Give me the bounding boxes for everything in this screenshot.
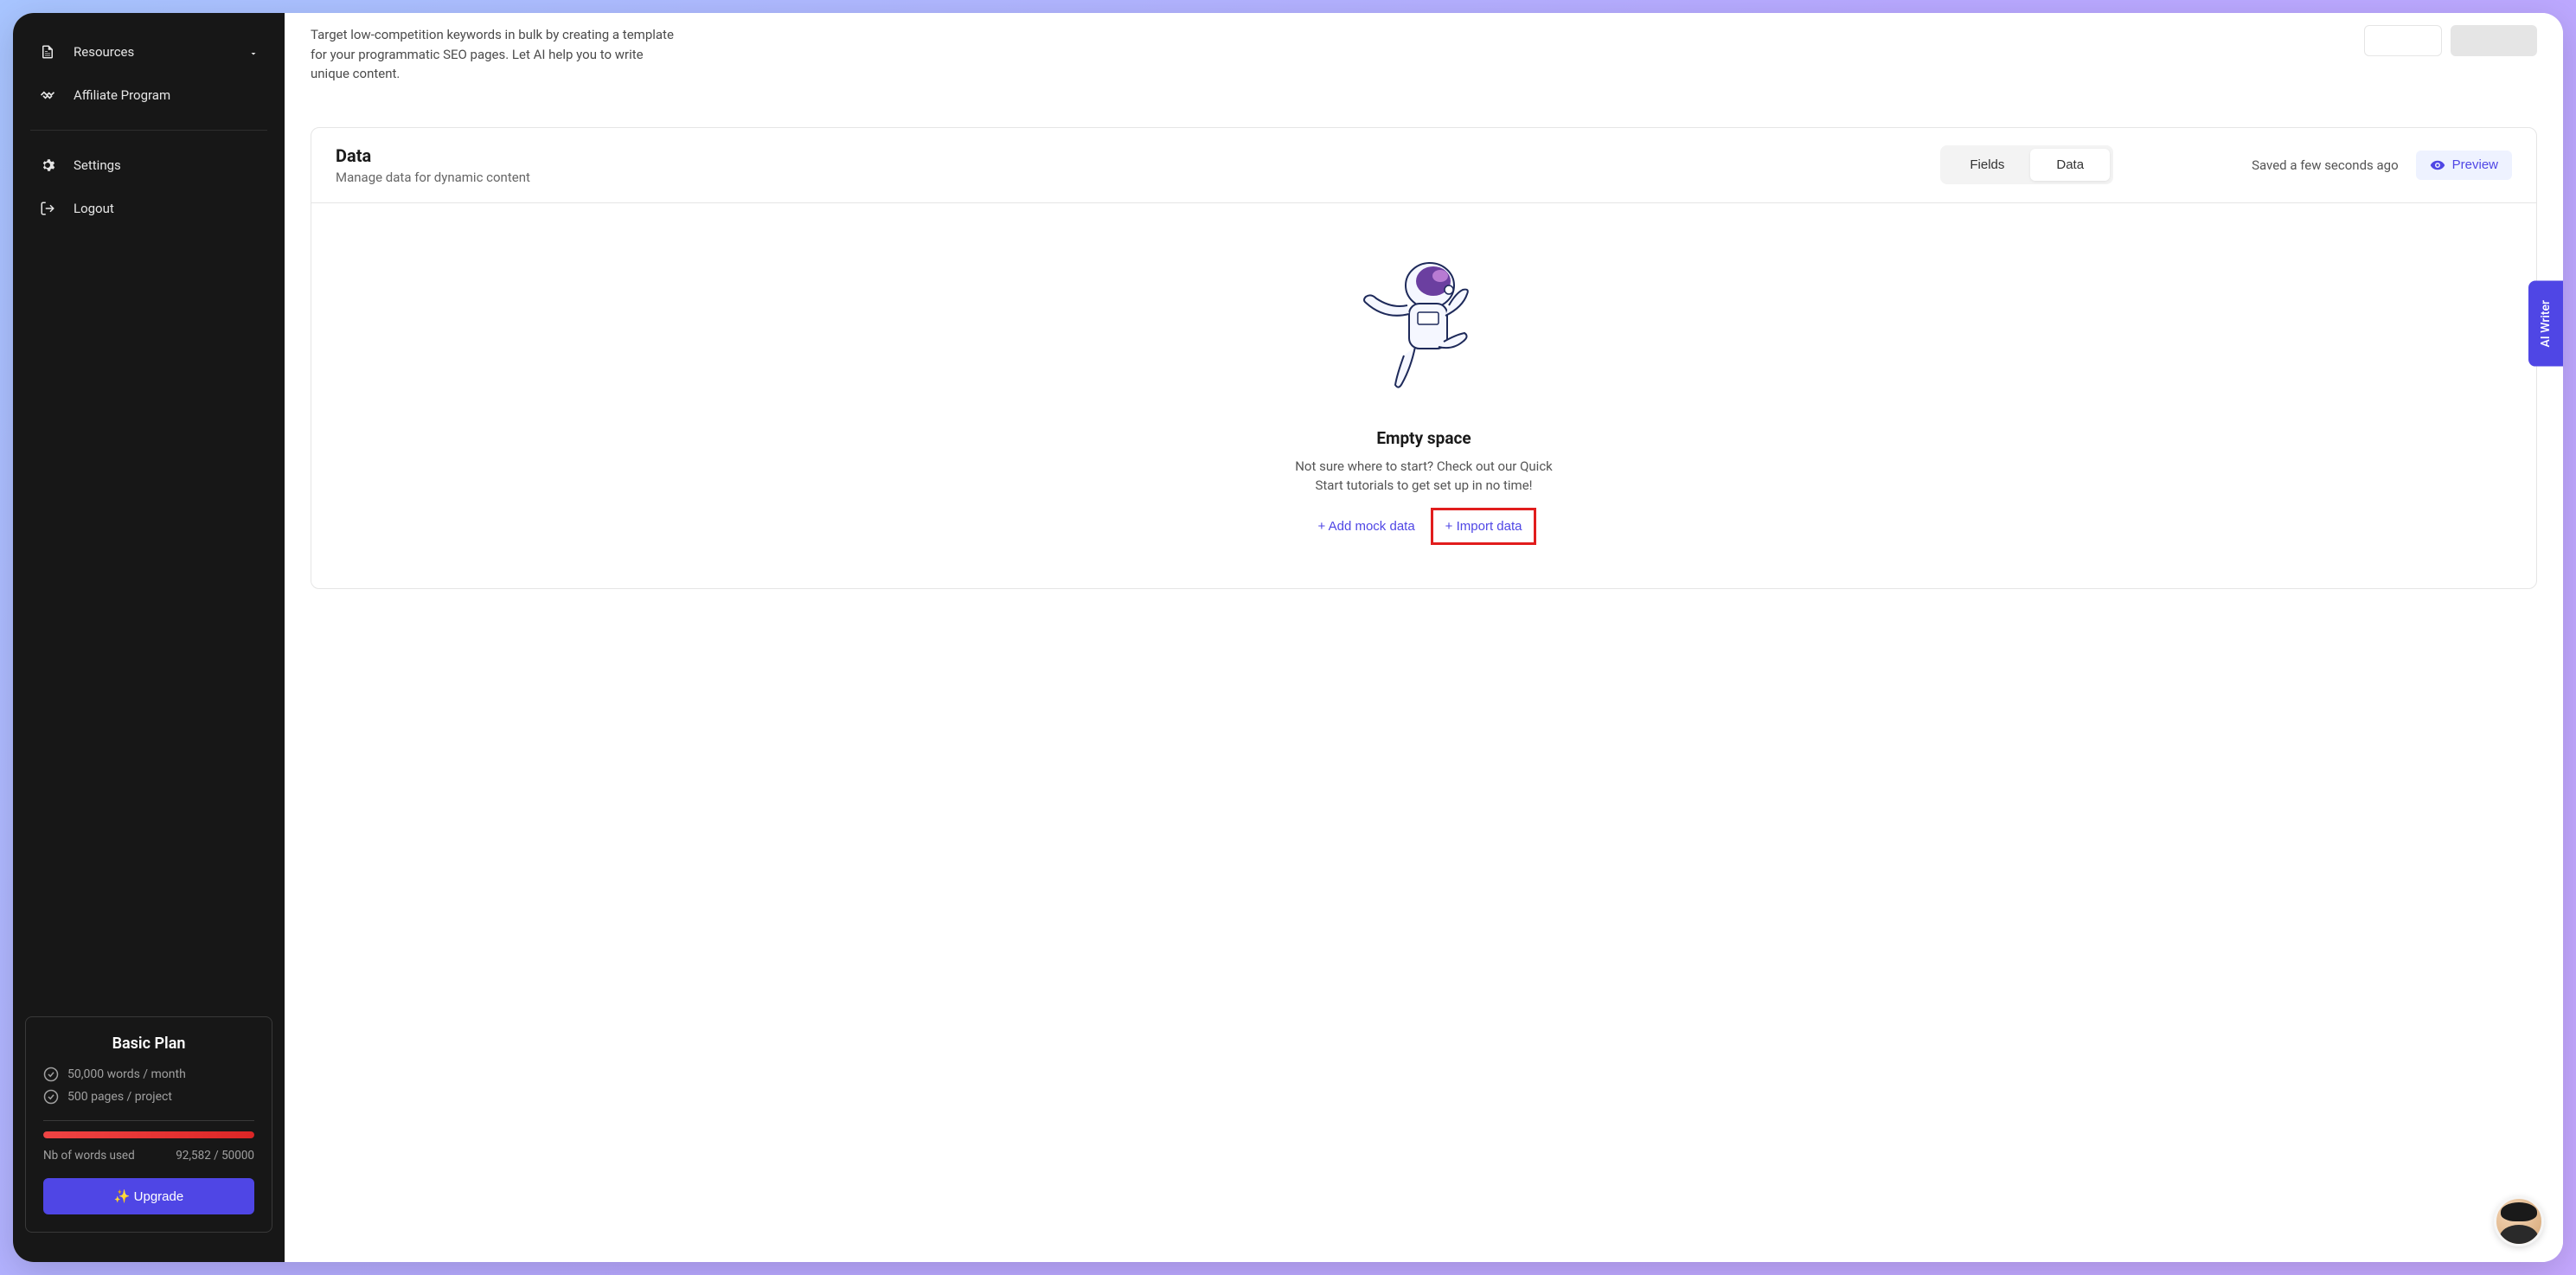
upgrade-button[interactable]: ✨ Upgrade: [43, 1178, 254, 1214]
plan-title: Basic Plan: [43, 1035, 254, 1053]
sidebar: Resources Affiliate Program Settings: [13, 13, 285, 1262]
sidebar-item-affiliate[interactable]: Affiliate Program: [13, 74, 285, 117]
sidebar-nav: Resources Affiliate Program Settings: [13, 30, 285, 1004]
plan-feature-text: 50,000 words / month: [67, 1067, 186, 1081]
eye-icon: [2430, 157, 2445, 173]
main-content: Target low-competition keywords in bulk …: [285, 13, 2563, 1262]
sidebar-item-label: Settings: [74, 157, 121, 173]
panel-header: Data Manage data for dynamic content Fie…: [311, 128, 2536, 203]
panel-subtitle: Manage data for dynamic content: [336, 170, 530, 185]
chevron-down-icon: [248, 47, 259, 57]
sidebar-item-label: Logout: [74, 201, 114, 216]
tab-fields[interactable]: Fields: [1944, 149, 2030, 181]
plan-card: Basic Plan 50,000 words / month 500 page…: [25, 1016, 272, 1233]
logout-icon: [39, 200, 56, 217]
plan-feature: 500 pages / project: [43, 1089, 254, 1105]
empty-state: Empty space Not sure where to start? Che…: [311, 203, 2536, 588]
preview-button[interactable]: Preview: [2416, 151, 2512, 180]
tabs-segment: Fields Data: [1940, 145, 2113, 184]
panel-title-block: Data Manage data for dynamic content: [336, 145, 530, 185]
data-panel: Data Manage data for dynamic content Fie…: [311, 127, 2537, 589]
handshake-icon: [39, 86, 56, 104]
sidebar-item-label: Affiliate Program: [74, 87, 170, 103]
usage-progress: [43, 1131, 254, 1138]
top-action-outline[interactable]: [2364, 25, 2442, 56]
divider: [30, 130, 267, 131]
top-action-filled[interactable]: [2451, 25, 2537, 56]
panel-controls: Fields Data Saved a few seconds ago Prev…: [1940, 145, 2512, 184]
check-circle-icon: [43, 1067, 59, 1082]
import-highlight: + Import data: [1431, 508, 1537, 545]
sidebar-item-settings[interactable]: Settings: [13, 144, 285, 187]
saved-status: Saved a few seconds ago: [2252, 157, 2399, 173]
check-circle-icon: [43, 1089, 59, 1105]
document-icon: [39, 43, 56, 61]
empty-title: Empty space: [329, 428, 2519, 448]
sidebar-item-resources[interactable]: Resources: [13, 30, 285, 74]
top-bar: Target low-competition keywords in bulk …: [311, 13, 2537, 84]
usage-label: Nb of words used: [43, 1149, 135, 1163]
empty-actions: + Add mock data + Import data: [329, 508, 2519, 545]
user-avatar[interactable]: [2494, 1196, 2544, 1246]
gear-icon: [39, 157, 56, 174]
usage-row: Nb of words used 92,582 / 50000: [43, 1149, 254, 1163]
sidebar-item-logout[interactable]: Logout: [13, 187, 285, 230]
add-mock-data-button[interactable]: + Add mock data: [1311, 514, 1422, 539]
ai-writer-tab[interactable]: AI Writer: [2528, 281, 2563, 367]
import-data-button[interactable]: + Import data: [1439, 514, 1529, 539]
top-buttons: [2364, 25, 2537, 56]
plan-feature: 50,000 words / month: [43, 1067, 254, 1082]
page-description: Target low-competition keywords in bulk …: [311, 25, 674, 84]
empty-description: Not sure where to start? Check out our Q…: [1281, 457, 1567, 496]
plan-feature-text: 500 pages / project: [67, 1090, 172, 1104]
usage-value: 92,582 / 50000: [176, 1149, 254, 1163]
panel-title: Data: [336, 145, 530, 166]
sidebar-item-label: Resources: [74, 44, 134, 60]
divider: [43, 1120, 254, 1121]
usage-progress-fill: [43, 1131, 254, 1138]
astronaut-illustration: [1359, 255, 1489, 402]
app-window: Resources Affiliate Program Settings: [13, 13, 2563, 1262]
preview-label: Preview: [2452, 157, 2498, 172]
tab-data[interactable]: Data: [2030, 149, 2110, 181]
